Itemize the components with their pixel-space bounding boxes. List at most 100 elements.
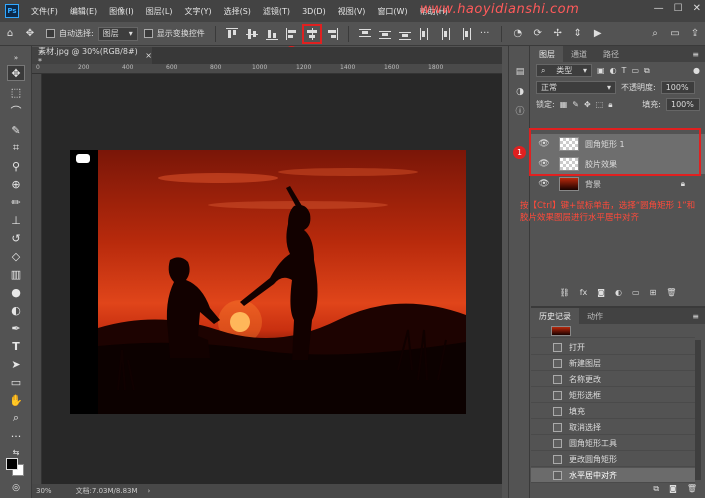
menu-view[interactable]: 视图(V)	[332, 6, 372, 17]
lock-all-icon[interactable]: 🔒︎	[608, 100, 612, 110]
zoom-level[interactable]: 30%	[36, 487, 52, 495]
auto-select-dropdown[interactable]: 图层 ▾	[97, 26, 138, 41]
menu-filter[interactable]: 滤镜(T)	[257, 6, 296, 17]
history-item[interactable]: 圆角矩形工具	[531, 436, 695, 451]
history-item-selected[interactable]: 水平居中对齐	[531, 468, 695, 483]
distribute-left-icon[interactable]	[419, 27, 431, 40]
menu-layer[interactable]: 图层(L)	[140, 6, 179, 17]
history-snapshot[interactable]	[531, 324, 695, 338]
auto-select-checkbox[interactable]	[46, 29, 55, 38]
history-brush-tool-icon[interactable]: ↺	[7, 230, 25, 246]
brush-tool-icon[interactable]: ✏	[7, 194, 25, 210]
more-options-icon[interactable]: ···	[478, 28, 492, 40]
distribute-top-icon[interactable]	[358, 28, 371, 40]
eyedropper-tool-icon[interactable]: ⚲	[7, 158, 25, 174]
close-icon[interactable]: ×	[145, 51, 152, 60]
hand-tool-icon[interactable]: ✋	[7, 392, 25, 408]
filter-toggle-icon[interactable]: ●	[693, 66, 700, 75]
distribute-vcenter-icon[interactable]	[378, 28, 391, 40]
shape-tool-icon[interactable]: ▭	[7, 374, 25, 390]
filter-type-icon[interactable]: T	[622, 66, 627, 75]
panel-menu-icon[interactable]: ≡	[692, 312, 699, 321]
show-transform-checkbox[interactable]	[143, 29, 153, 38]
eye-icon[interactable]: 👁︎	[537, 179, 551, 189]
history-item[interactable]: 取消选择	[531, 420, 695, 435]
distribute-bottom-icon[interactable]	[398, 28, 411, 40]
snapshot-camera-icon[interactable]: ◙	[669, 484, 677, 498]
align-top-icon[interactable]	[225, 27, 238, 40]
new-document-from-state-icon[interactable]: ⧉	[653, 484, 659, 498]
align-left-icon[interactable]	[285, 27, 298, 40]
edit-toolbar-icon[interactable]: ···	[7, 428, 25, 444]
tab-paths[interactable]: 路径	[595, 46, 627, 62]
pen-tool-icon[interactable]: ✒	[7, 320, 25, 336]
layer-style-icon[interactable]: fx	[580, 288, 588, 302]
history-item[interactable]: 新建图层	[531, 356, 695, 371]
align-bottom-icon[interactable]	[265, 28, 278, 40]
dodge-tool-icon[interactable]: ◐	[7, 302, 25, 318]
layer-background[interactable]: 👁︎ 背景 🔒︎	[531, 174, 705, 194]
delete-layer-icon[interactable]: 🗑︎	[666, 288, 676, 302]
tab-history[interactable]: 历史记录	[531, 308, 579, 324]
layer-name[interactable]: 背景	[585, 179, 601, 190]
status-menu-icon[interactable]: ›	[148, 487, 151, 495]
crop-tool-icon[interactable]: ⌗	[7, 140, 25, 156]
zoom-tool-icon[interactable]: ⌕	[7, 410, 25, 426]
quick-select-tool-icon[interactable]: ✎	[7, 122, 25, 138]
3d-drag-icon[interactable]: ✢	[551, 28, 565, 40]
home-icon[interactable]: ⌂	[3, 28, 17, 40]
stamp-tool-icon[interactable]: ⊥	[7, 212, 25, 228]
panel-collapse-icon[interactable]: »	[7, 50, 25, 66]
filter-smart-icon[interactable]: ⧉	[644, 66, 650, 76]
type-tool-icon[interactable]: T	[7, 338, 25, 354]
3d-rotate-icon[interactable]: ⟳	[531, 28, 545, 40]
vertical-ruler[interactable]	[32, 74, 42, 484]
opacity-field[interactable]: 100%	[660, 81, 695, 94]
workspace-icon[interactable]: ▭	[668, 28, 682, 40]
history-item[interactable]: 打开	[531, 340, 695, 355]
close-icon[interactable]: ✕	[693, 3, 701, 14]
distribute-hcenter-icon[interactable]	[439, 27, 451, 40]
healing-brush-tool-icon[interactable]: ⊕	[7, 176, 25, 192]
new-layer-icon[interactable]: ⊞	[650, 288, 657, 302]
menu-window[interactable]: 窗口(W)	[371, 6, 413, 17]
lock-pixels-icon[interactable]: ▦	[560, 100, 568, 109]
3d-slide-icon[interactable]: ⇕	[571, 28, 585, 40]
adjustments-icon[interactable]: ◑	[514, 86, 526, 98]
layer-kind-filter[interactable]: ⌕ 类型 ▾	[536, 64, 592, 77]
menu-image[interactable]: 图像(I)	[103, 6, 140, 17]
fill-field[interactable]: 100%	[666, 98, 700, 111]
align-horizontal-center-icon[interactable]	[301, 23, 322, 44]
minimize-icon[interactable]: —	[654, 3, 664, 14]
move-tool-icon[interactable]: ✥	[7, 65, 25, 81]
panel-menu-icon[interactable]: ≡	[692, 50, 699, 59]
tab-layers[interactable]: 图层	[531, 46, 563, 62]
path-select-tool-icon[interactable]: ➤	[7, 356, 25, 372]
horizontal-ruler[interactable]: 0 200 400 600 800 1000 1200 1400 1600 18…	[32, 64, 502, 74]
menu-edit[interactable]: 编辑(E)	[64, 6, 103, 17]
history-item[interactable]: 名称更改	[531, 372, 695, 387]
document-tab[interactable]: 素材.jpg @ 30%(RGB/8#) * ×	[32, 47, 152, 66]
quick-mask-icon[interactable]: ◎	[7, 480, 25, 496]
lock-position-icon[interactable]: ✥	[584, 100, 591, 109]
search-icon[interactable]: ⌕	[648, 28, 662, 40]
move-tool-preset-icon[interactable]: ✥	[23, 28, 37, 40]
history-item[interactable]: 填充	[531, 404, 695, 419]
filter-shape-icon[interactable]: ▭	[631, 66, 639, 75]
align-right-icon[interactable]	[326, 27, 338, 40]
distribute-right-icon[interactable]	[459, 27, 471, 40]
marquee-tool-icon[interactable]: ⬚	[7, 84, 25, 100]
blur-tool-icon[interactable]: ●	[7, 284, 25, 300]
gradient-tool-icon[interactable]: ▥	[7, 266, 25, 282]
maximize-icon[interactable]: ☐	[674, 3, 683, 14]
3d-mode-icon[interactable]: ◔	[511, 28, 525, 40]
eraser-tool-icon[interactable]: ◇	[7, 248, 25, 264]
align-vcenter-icon[interactable]	[245, 28, 258, 40]
history-item[interactable]: 矩形选框	[531, 388, 695, 403]
share-icon[interactable]: ⇪	[688, 28, 702, 40]
lock-artboard-icon[interactable]: ⬚	[596, 100, 604, 109]
filter-pixel-icon[interactable]: ▣	[597, 66, 605, 75]
rounded-rectangle-shape[interactable]	[76, 154, 90, 163]
filter-adjust-icon[interactable]: ◐	[610, 66, 617, 75]
adjustment-layer-icon[interactable]: ◐	[615, 288, 622, 302]
